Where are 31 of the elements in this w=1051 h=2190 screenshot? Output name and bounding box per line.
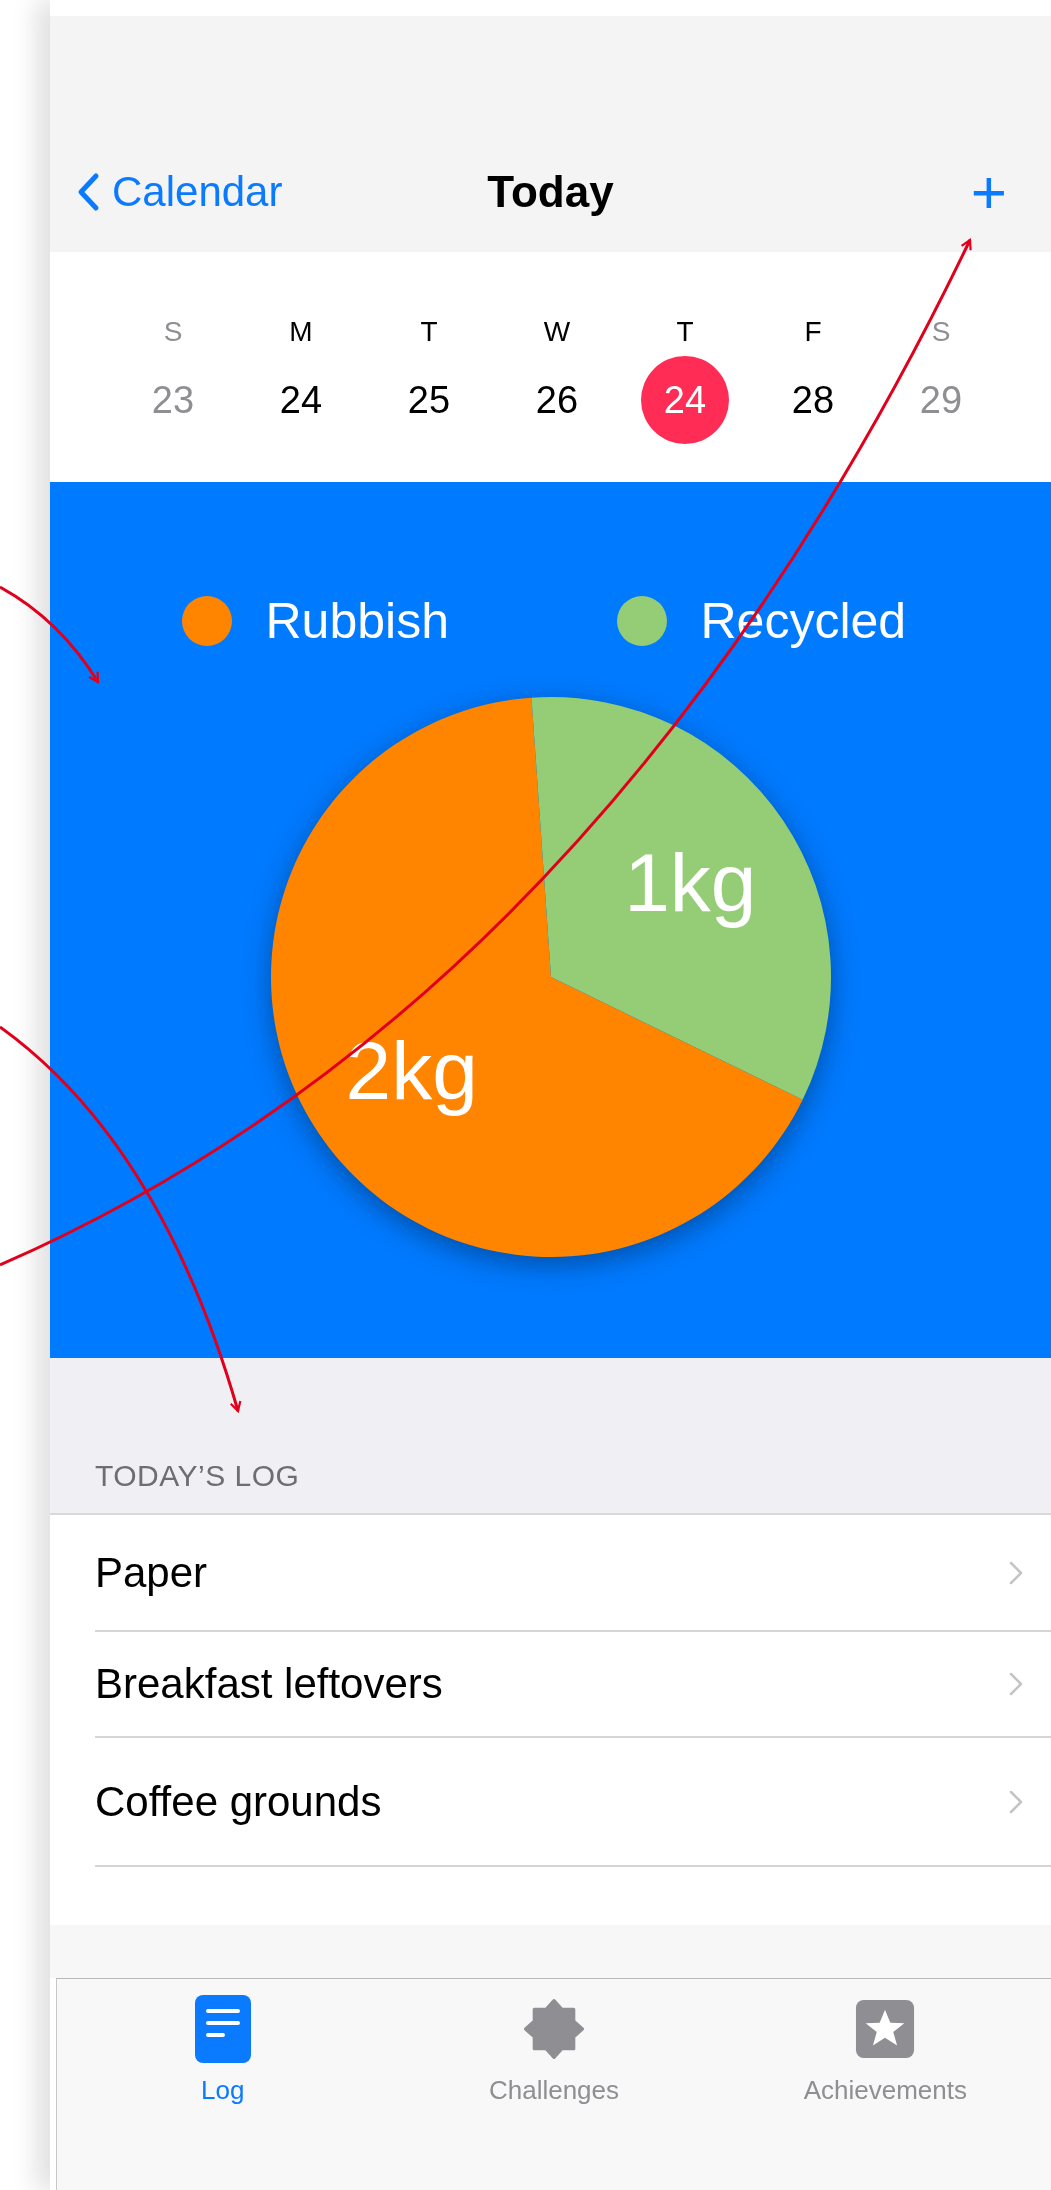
day-number[interactable]: 25	[385, 356, 473, 444]
weekday-letter: S	[163, 315, 183, 349]
weekday-letter: S	[931, 315, 951, 349]
back-chevron-icon	[76, 172, 100, 212]
slice-label: 1kg	[623, 837, 756, 929]
tab[interactable]: Challenges	[388, 1979, 720, 2106]
day-number[interactable]: 24	[641, 356, 729, 444]
back-button[interactable]: Calendar	[76, 168, 283, 216]
day-number[interactable]: 28	[769, 356, 857, 444]
log-item[interactable]: Breakfast leftovers	[95, 1632, 1051, 1738]
weekday-letter: W	[543, 315, 571, 349]
weekday-letter: T	[420, 315, 438, 349]
chevron-right-icon	[1009, 1789, 1023, 1814]
tab[interactable]: Log	[57, 1979, 389, 2106]
chevron-right-icon	[1009, 1672, 1023, 1696]
day-number[interactable]: 24	[257, 356, 345, 444]
tab[interactable]: Achievements	[719, 1979, 1051, 2106]
slice-label: 2kg	[345, 1024, 478, 1116]
weekday-letter: F	[804, 315, 822, 349]
day-number[interactable]: 23	[129, 356, 217, 444]
weekday-letter: M	[289, 315, 313, 349]
screen-title: Today	[486, 167, 615, 217]
add-button[interactable]: +	[962, 161, 1015, 223]
legend-label: Rubbish	[265, 592, 449, 650]
day-number[interactable]: 29	[897, 356, 985, 444]
weekday-letter: T	[676, 315, 694, 349]
section-header: TODAY’S LOG	[95, 1459, 300, 1493]
document-icon	[192, 1993, 253, 2065]
log-item[interactable]: Paper	[95, 1515, 1051, 1632]
chevron-right-icon	[1009, 1560, 1023, 1585]
day-number[interactable]: 26	[513, 356, 601, 444]
